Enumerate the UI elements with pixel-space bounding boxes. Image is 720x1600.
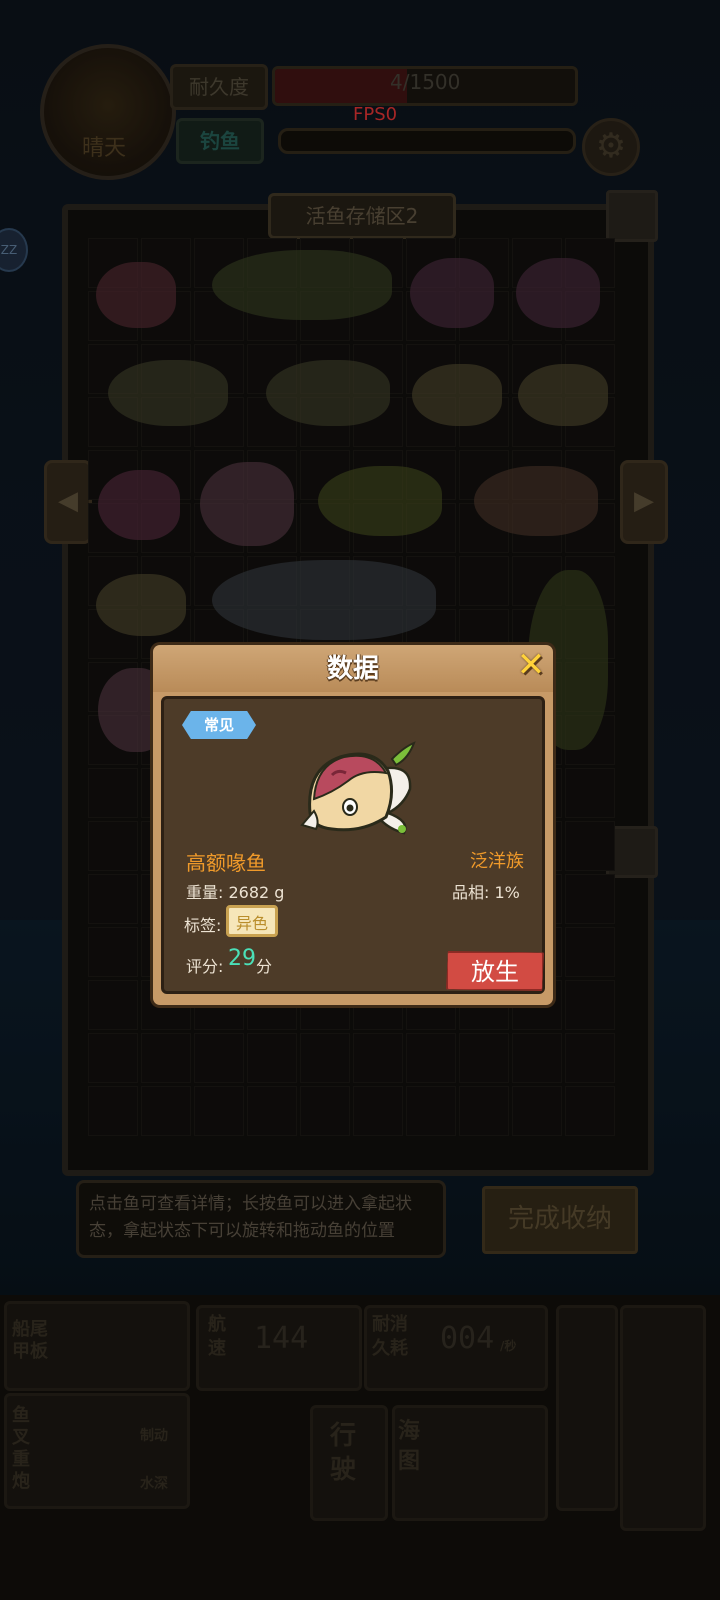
fish-family: 泛洋族: [470, 851, 524, 872]
fish-item[interactable]: [318, 466, 442, 536]
fish-item[interactable]: [108, 360, 228, 426]
grid-cell[interactable]: [406, 1033, 456, 1083]
route-progress: [278, 128, 576, 154]
deck-label: 船尾甲板: [12, 1319, 48, 1362]
grid-cell[interactable]: [512, 1033, 562, 1083]
grid-cell[interactable]: [565, 1033, 615, 1083]
close-icon[interactable]: ✕: [514, 648, 548, 682]
weather-label: 晴天: [82, 136, 127, 161]
fish-item[interactable]: [212, 250, 392, 320]
grid-cell[interactable]: [141, 1033, 191, 1083]
hint-text: 点击鱼可查看详情；长按鱼可以进入拿起状态，拿起状态下可以旋转和拖动鱼的位置: [76, 1180, 446, 1258]
grid-cell[interactable]: [247, 1033, 297, 1083]
grid-cell[interactable]: [565, 821, 615, 871]
tag-label: 标签:: [184, 916, 222, 935]
modal-title: 数据: [326, 654, 379, 684]
tag-chip: 异色: [226, 905, 278, 937]
fish-item[interactable]: [516, 258, 600, 328]
fish-item[interactable]: [98, 470, 180, 540]
fish-item[interactable]: [212, 560, 436, 640]
grid-cell[interactable]: [247, 1086, 297, 1136]
grid-cell[interactable]: [459, 1086, 509, 1136]
score-label: 评分:: [186, 957, 224, 976]
grid-cell[interactable]: [88, 821, 138, 871]
throttle-lever[interactable]: [620, 1305, 706, 1531]
fish-weight: 重量: 2682 g: [186, 883, 285, 902]
grid-cell[interactable]: [88, 927, 138, 977]
storage-title: 活鱼存储区2: [268, 193, 456, 239]
modal-inner-panel: 常见 高额喙鱼 泛洋族 重量: 2682 g 品相: 1% 标签: 异色 评分:…: [161, 696, 545, 994]
score-value: 29: [228, 946, 256, 971]
grid-cell[interactable]: [194, 1086, 244, 1136]
score-unit: 分: [256, 957, 273, 976]
durability-fill: [275, 69, 407, 103]
gear-icon[interactable]: ⚙: [582, 118, 640, 176]
grid-cell[interactable]: [565, 980, 615, 1030]
grid-cell[interactable]: [565, 768, 615, 818]
grid-cell[interactable]: [88, 768, 138, 818]
ship-console: 船尾甲板 航速 144 耐消久耗 004 /秒 鱼叉重炮 制动 水深 行驶 海图: [0, 1295, 720, 1600]
speed-label: 航速: [208, 1314, 226, 1359]
modal-body: 常见 高额喙鱼 泛洋族 重量: 2682 g 品相: 1% 标签: 异色 评分:…: [150, 692, 556, 1008]
fish-item[interactable]: [410, 258, 494, 328]
fish-item[interactable]: [266, 360, 390, 426]
fish-quality: 品相: 1%: [452, 883, 520, 902]
brake-label[interactable]: 制动: [140, 1425, 168, 1445]
grid-cell[interactable]: [300, 1033, 350, 1083]
fish-item[interactable]: [474, 466, 598, 536]
grid-cell[interactable]: [353, 1033, 403, 1083]
fish-item[interactable]: [412, 364, 502, 426]
fish-item[interactable]: [518, 364, 608, 426]
consume-value: 004: [440, 1321, 495, 1356]
chevron-right-icon: ▶: [634, 486, 654, 516]
durability-label: 耐久度: [170, 64, 268, 110]
harpoon-label: 鱼叉重炮: [12, 1405, 30, 1492]
release-button[interactable]: 放生: [446, 951, 544, 991]
finish-storage-button[interactable]: 完成收纳: [482, 1186, 638, 1254]
consume-unit: /秒: [500, 1339, 517, 1353]
prev-page-button[interactable]: ◀: [44, 460, 92, 544]
grid-cell[interactable]: [88, 980, 138, 1030]
grid-cell[interactable]: [88, 874, 138, 924]
fps-counter: FPS0: [353, 104, 398, 125]
fish-name: 高额喙鱼: [186, 851, 266, 875]
chevron-left-icon: ◀: [58, 486, 78, 516]
grid-cell[interactable]: [459, 1033, 509, 1083]
grid-cell[interactable]: [459, 556, 509, 606]
durability-text: 4/1500: [390, 70, 461, 94]
drive-label: 行驶: [330, 1421, 357, 1485]
fish-item[interactable]: [96, 262, 176, 328]
grid-cell[interactable]: [88, 1033, 138, 1083]
fishing-button[interactable]: 钓鱼: [176, 118, 264, 164]
grid-cell[interactable]: [141, 1086, 191, 1136]
switch-panel[interactable]: [556, 1305, 618, 1511]
map-label: 海图: [398, 1419, 421, 1474]
grid-cell[interactable]: [194, 1033, 244, 1083]
grid-cell[interactable]: [512, 1086, 562, 1136]
next-page-button[interactable]: ▶: [620, 460, 668, 544]
grid-cell[interactable]: [565, 927, 615, 977]
fish-item[interactable]: [200, 462, 294, 546]
fish-item[interactable]: [96, 574, 186, 636]
grid-cell[interactable]: [353, 1086, 403, 1136]
grid-cell[interactable]: [300, 1086, 350, 1136]
grid-cell[interactable]: [565, 874, 615, 924]
grid-cell[interactable]: [406, 1086, 456, 1136]
fish-data-modal: 数据 ✕ 常见 高额喙鱼 泛洋族 重量: 2682 g 品相: 1% 标签: 异…: [150, 642, 556, 1008]
consume-label: 耐消久耗: [372, 1314, 408, 1359]
speed-value: 144: [254, 1321, 309, 1356]
depth-label: 水深: [140, 1476, 168, 1492]
rarity-badge: 常见: [182, 711, 256, 739]
grid-cell[interactable]: [88, 1086, 138, 1136]
grid-cell[interactable]: [565, 1086, 615, 1136]
storage-toggle-top[interactable]: [606, 190, 658, 242]
fish-illustration: [300, 741, 416, 835]
